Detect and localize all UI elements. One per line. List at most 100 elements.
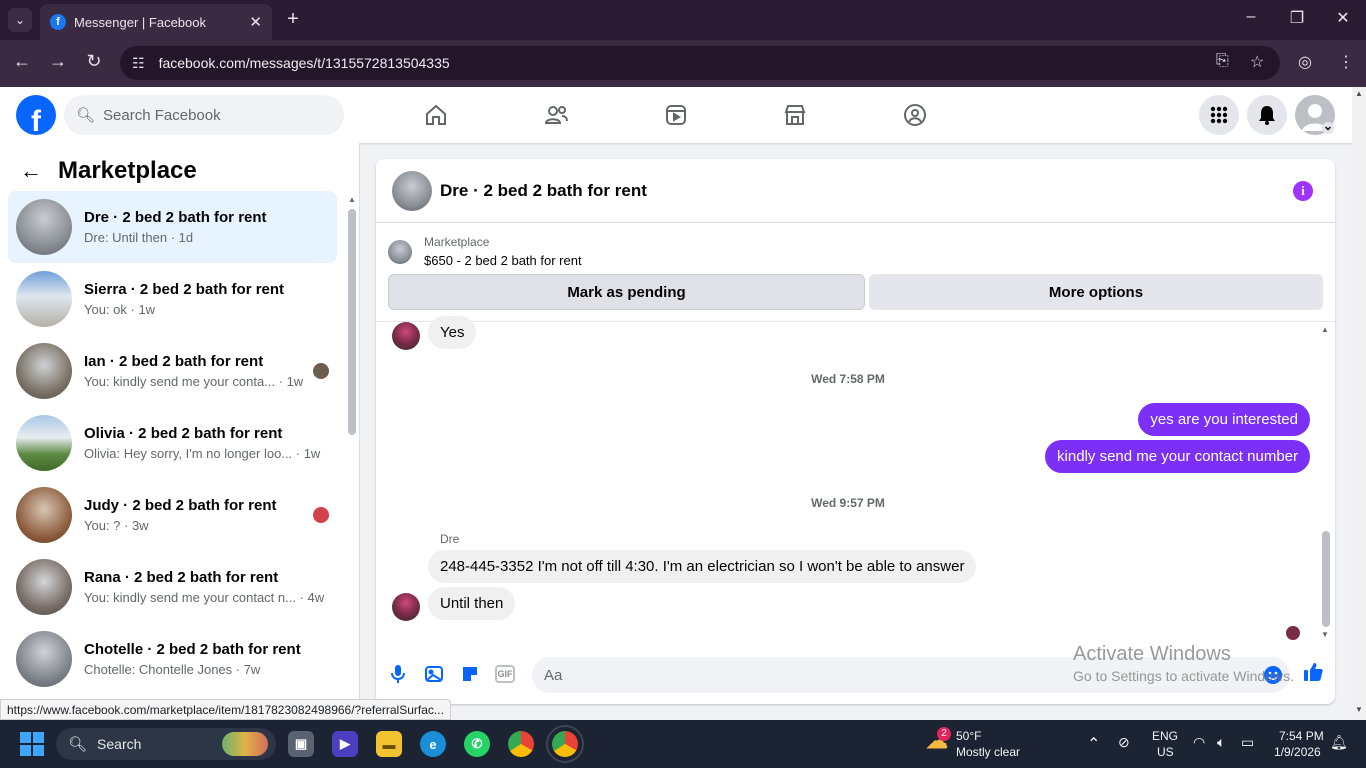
wifi-icon[interactable]: ◠ <box>1193 734 1205 751</box>
back-button[interactable]: ← <box>10 51 34 72</box>
chat-title[interactable]: Dre · 2 bed 2 bath for rent <box>440 181 647 201</box>
listing-thumbnail <box>16 271 72 327</box>
close-window-button[interactable]: ✕ <box>1333 8 1353 28</box>
language-code[interactable]: ENG <box>1152 729 1178 743</box>
conversation-snippet: You: ok · 1w <box>84 302 156 317</box>
chrome-menu-icon[interactable]: ⋮ <box>1338 52 1354 72</box>
conversation-item[interactable]: Dre · 2 bed 2 bath for rent Dre: Until t… <box>8 191 337 263</box>
scrollbar-thumb[interactable] <box>348 209 356 435</box>
emoji-icon[interactable] <box>1262 664 1284 686</box>
gif-icon[interactable]: GIF <box>495 665 515 683</box>
page-scrollbar[interactable]: ▲ ▼ <box>1352 87 1366 720</box>
conversation-item[interactable]: Ian · 2 bed 2 bath for rent You: kindly … <box>8 335 337 407</box>
timestamp: Wed 9:57 PM <box>811 496 885 510</box>
link-status-bar: https://www.facebook.com/marketplace/ite… <box>0 699 451 720</box>
search-icon: 🔍︎ <box>68 736 88 753</box>
chrome-icon[interactable] <box>508 731 534 757</box>
chat-header: Dre · 2 bed 2 bath for rent i <box>376 159 1335 223</box>
tab-title: Messenger | Facebook <box>74 14 206 30</box>
tray-chevron-icon[interactable]: ⌃ <box>1087 734 1100 754</box>
conversation-name: Rana · 2 bed 2 bath for rent <box>84 569 279 586</box>
listing-thumbnail <box>16 487 72 543</box>
conversation-item[interactable]: Sierra · 2 bed 2 bath for rent You: ok ·… <box>8 263 337 335</box>
clock-date[interactable]: 1/9/2026 <box>1274 745 1321 759</box>
url-bar[interactable]: ☷ facebook.com/messages/t/13155728135043… <box>120 46 1280 80</box>
home-icon[interactable] <box>422 101 450 129</box>
close-tab-icon[interactable]: ✕ <box>249 13 262 31</box>
more-options-button[interactable]: More options <box>869 274 1323 310</box>
scrollbar-thumb[interactable] <box>1322 531 1330 627</box>
conversation-snippet: You: kindly send me your contact n... · … <box>84 590 325 605</box>
incoming-message: 248-445-3352 I'm not off till 4:30. I'm … <box>428 550 977 583</box>
conversation-item[interactable]: Chotelle · 2 bed 2 bath for rent Chotell… <box>8 623 337 695</box>
weather-badge: 2 <box>937 727 951 741</box>
sidebar-scrollbar[interactable]: ▲ <box>347 195 356 435</box>
listing-avatar[interactable] <box>392 170 432 211</box>
clock-time[interactable]: 7:54 PM <box>1279 729 1324 743</box>
new-tab-button[interactable]: + <box>282 8 304 31</box>
file-explorer-icon[interactable]: ▬ <box>376 731 402 757</box>
weather-temp: 50°F <box>956 729 982 743</box>
photo-icon[interactable] <box>423 663 445 685</box>
region-code[interactable]: US <box>1157 745 1174 759</box>
volume-icon[interactable]: 🔈︎ <box>1217 734 1225 751</box>
thumbs-up-icon[interactable] <box>1302 661 1324 683</box>
notifications-bell-icon[interactable] <box>1247 95 1287 135</box>
microphone-icon[interactable] <box>387 663 409 685</box>
forward-button[interactable]: → <box>46 51 70 72</box>
whatsapp-icon[interactable]: ✆ <box>464 731 490 757</box>
conversation-name: Olivia · 2 bed 2 bath for rent <box>84 425 283 442</box>
mark-as-pending-button[interactable]: Mark as pending <box>388 274 865 310</box>
marketplace-label: Marketplace <box>424 235 490 249</box>
conversation-item[interactable]: Olivia · 2 bed 2 bath for rent Olivia: H… <box>8 407 337 479</box>
taskbar-search[interactable]: 🔍︎ Search <box>56 728 276 760</box>
conversation-item[interactable]: Judy · 2 bed 2 bath for rent You: ? · 3w <box>8 479 337 551</box>
marketplace-icon[interactable] <box>781 101 809 129</box>
menu-grid-icon[interactable] <box>1199 95 1239 135</box>
facebook-logo[interactable]: f <box>16 95 56 135</box>
browser-tab[interactable]: f Messenger | Facebook ✕ <box>40 4 272 40</box>
conversation-name: Dre · 2 bed 2 bath for rent <box>84 209 267 226</box>
seen-avatar <box>313 363 329 379</box>
chrome-active-icon[interactable] <box>546 725 584 763</box>
search-placeholder: Search Facebook <box>103 106 221 124</box>
site-info-icon[interactable]: ☷ <box>132 55 145 72</box>
listing-thumbnail <box>16 343 72 399</box>
facebook-search-input[interactable]: 🔍︎ Search Facebook <box>64 95 344 135</box>
profile-icon[interactable]: ◎ <box>1298 52 1312 72</box>
minimize-button[interactable]: – <box>1241 8 1261 26</box>
listing-summary[interactable]: Marketplace $650 - 2 bed 2 bath for rent <box>388 235 582 268</box>
bookmark-star-icon[interactable]: ☆ <box>1250 52 1264 72</box>
video-icon[interactable] <box>662 101 690 129</box>
network-off-icon[interactable]: ⊘ <box>1118 734 1130 751</box>
chat-scrollbar[interactable]: ▲ ▼ <box>1321 325 1331 643</box>
url-text: facebook.com/messages/t/1315572813504335 <box>158 55 450 71</box>
notification-bell-icon[interactable]: 🔔︎ <box>1330 734 1348 751</box>
tab-search-button[interactable]: ⌄ <box>8 8 32 32</box>
info-icon[interactable]: i <box>1293 181 1313 201</box>
meet-app-icon[interactable]: ▶ <box>332 731 358 757</box>
edge-icon[interactable]: e <box>420 731 446 757</box>
restore-button[interactable]: ❐ <box>1287 8 1307 28</box>
back-arrow-icon[interactable]: ← <box>20 158 42 184</box>
conversation-snippet: Chotelle: Chontelle Jones · 7w <box>84 662 261 677</box>
conversation-item[interactable]: Rana · 2 bed 2 bath for rent You: kindly… <box>8 551 337 623</box>
outgoing-message: kindly send me your contact number <box>1045 440 1310 473</box>
friends-icon[interactable] <box>542 101 570 129</box>
conversation-name: Judy · 2 bed 2 bath for rent <box>84 497 277 514</box>
conversation-name: Ian · 2 bed 2 bath for rent <box>84 353 264 370</box>
task-view-icon[interactable]: ▣ <box>288 731 314 757</box>
reload-button[interactable]: ↻ <box>82 51 106 72</box>
sticker-icon[interactable] <box>459 663 481 685</box>
chat-panel: Dre · 2 bed 2 bath for rent i Marketplac… <box>376 159 1335 704</box>
install-app-icon[interactable]: ⎘ <box>1216 52 1229 70</box>
message-input[interactable]: Aa <box>532 657 1290 693</box>
browser-tab-bar: ⌄ f Messenger | Facebook ✕ + – ❐ ✕ <box>0 0 1366 40</box>
battery-icon[interactable]: ▭ <box>1241 734 1254 751</box>
incoming-message: Until then <box>428 587 516 620</box>
groups-icon[interactable] <box>901 101 929 129</box>
windows-start-icon[interactable] <box>20 732 44 756</box>
account-avatar[interactable] <box>1295 95 1335 135</box>
address-toolbar: ← → ↻ ☷ facebook.com/messages/t/13155728… <box>0 40 1366 87</box>
read-receipt-avatar <box>1286 626 1300 640</box>
